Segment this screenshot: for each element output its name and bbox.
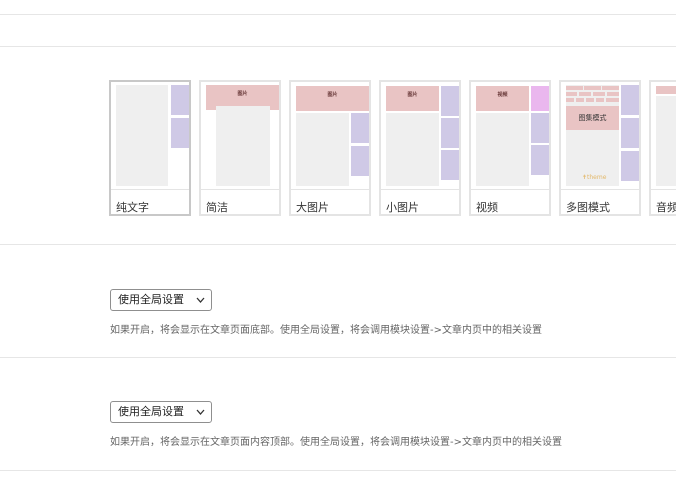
- preview-gallery-bar: 图集模式: [566, 106, 619, 130]
- top-display-select[interactable]: 使用全局设置: [110, 401, 212, 423]
- preview-sidebar-block: [531, 113, 549, 143]
- preview-thumb: [602, 86, 619, 90]
- layout-label: 简洁: [206, 201, 228, 214]
- chevron-down-icon: [196, 402, 205, 430]
- preview-audio-bar: [656, 86, 676, 94]
- preview-content-block: [296, 113, 349, 186]
- preview-sidebar-block: [621, 118, 639, 148]
- layout-option-large-image[interactable]: 图片 大图片: [289, 80, 371, 216]
- divider: [0, 244, 676, 245]
- preview-sidebar-block: [171, 85, 189, 115]
- preview-gallery-text: 图集模式: [578, 114, 607, 122]
- preview-thumb: [576, 98, 584, 102]
- preview-thumb: [596, 98, 604, 102]
- preview-thumb: [584, 86, 601, 90]
- divider: [201, 189, 279, 190]
- layout-option-small-image[interactable]: 图片 小图片: [379, 80, 461, 216]
- preview-sidebar-block: [531, 145, 549, 175]
- preview-thumb: [566, 86, 583, 90]
- preview-video-text: 视频: [497, 92, 508, 98]
- preview-image-bar: 图片: [296, 86, 369, 111]
- preview-content-block: [116, 85, 168, 186]
- divider: [111, 189, 189, 190]
- layout-option-multi-image[interactable]: 图集模式 ✝theme 多图模式: [559, 80, 641, 216]
- preview-sidebar-block: [621, 151, 639, 181]
- preview-image-bar: 图片: [386, 86, 439, 111]
- select-value: 使用全局设置: [118, 293, 184, 306]
- layout-label: 多图模式: [566, 201, 610, 214]
- preview-content-block: [386, 113, 439, 186]
- preview-image-text: 图片: [407, 92, 418, 98]
- preview-video-bar: 视频: [476, 86, 529, 111]
- preview-sidebar-block: [441, 150, 459, 180]
- layout-option-plain-text[interactable]: 纯文字: [109, 80, 191, 216]
- preview-thumb: [606, 98, 619, 102]
- divider: [561, 189, 639, 190]
- layout-option-video[interactable]: 视频 视频: [469, 80, 551, 216]
- chevron-down-icon: [196, 290, 205, 318]
- layout-label: 纯文字: [116, 201, 149, 214]
- preview-image-text: 图片: [327, 92, 338, 98]
- help-text: 如果开启，将会显示在文章页面内容顶部。使用全局设置，将会调用模块设置->文章内页…: [110, 437, 562, 448]
- preview-content-block: [656, 96, 676, 186]
- divider: [0, 470, 676, 471]
- preview-sidebar-block: [441, 118, 459, 148]
- preview-sidebar-block: [531, 86, 549, 111]
- preview-thumb: [607, 92, 619, 96]
- theme-watermark: ✝theme: [582, 174, 607, 181]
- layout-option-simple[interactable]: 图片 简洁: [199, 80, 281, 216]
- layout-label: 视频: [476, 201, 498, 214]
- divider: [0, 14, 676, 15]
- post-settings-panel: 纯文字 图片 简洁 图片 大图片 图片 小图片 视频 视频 图集模式 ✝them…: [0, 0, 676, 480]
- help-text: 如果开启，将会显示在文章页面底部。使用全局设置，将会调用模块设置->文章内页中的…: [110, 325, 542, 336]
- preview-sidebar-block: [171, 118, 189, 148]
- preview-thumb: [579, 92, 591, 96]
- divider: [651, 189, 676, 190]
- layout-option-audio[interactable]: 音频: [649, 80, 676, 216]
- select-value: 使用全局设置: [118, 405, 184, 418]
- preview-image-text: 图片: [237, 91, 248, 97]
- preview-thumb: [566, 92, 577, 96]
- preview-thumb: [566, 98, 574, 102]
- preview-sidebar-block: [351, 113, 369, 143]
- preview-sidebar-block: [351, 146, 369, 176]
- footer-display-select[interactable]: 使用全局设置: [110, 289, 212, 311]
- layout-label: 小图片: [386, 201, 419, 214]
- preview-sidebar-block: [441, 86, 459, 116]
- divider: [0, 357, 676, 358]
- preview-sidebar-block: [621, 85, 639, 115]
- divider: [381, 189, 459, 190]
- divider: [291, 189, 369, 190]
- divider: [471, 189, 549, 190]
- layout-label: 大图片: [296, 201, 329, 214]
- preview-thumb: [593, 92, 605, 96]
- preview-content-block: [476, 113, 529, 186]
- preview-thumb: [586, 98, 594, 102]
- preview-content-block: [216, 106, 270, 186]
- layout-label: 音频: [656, 201, 676, 214]
- divider: [0, 46, 676, 47]
